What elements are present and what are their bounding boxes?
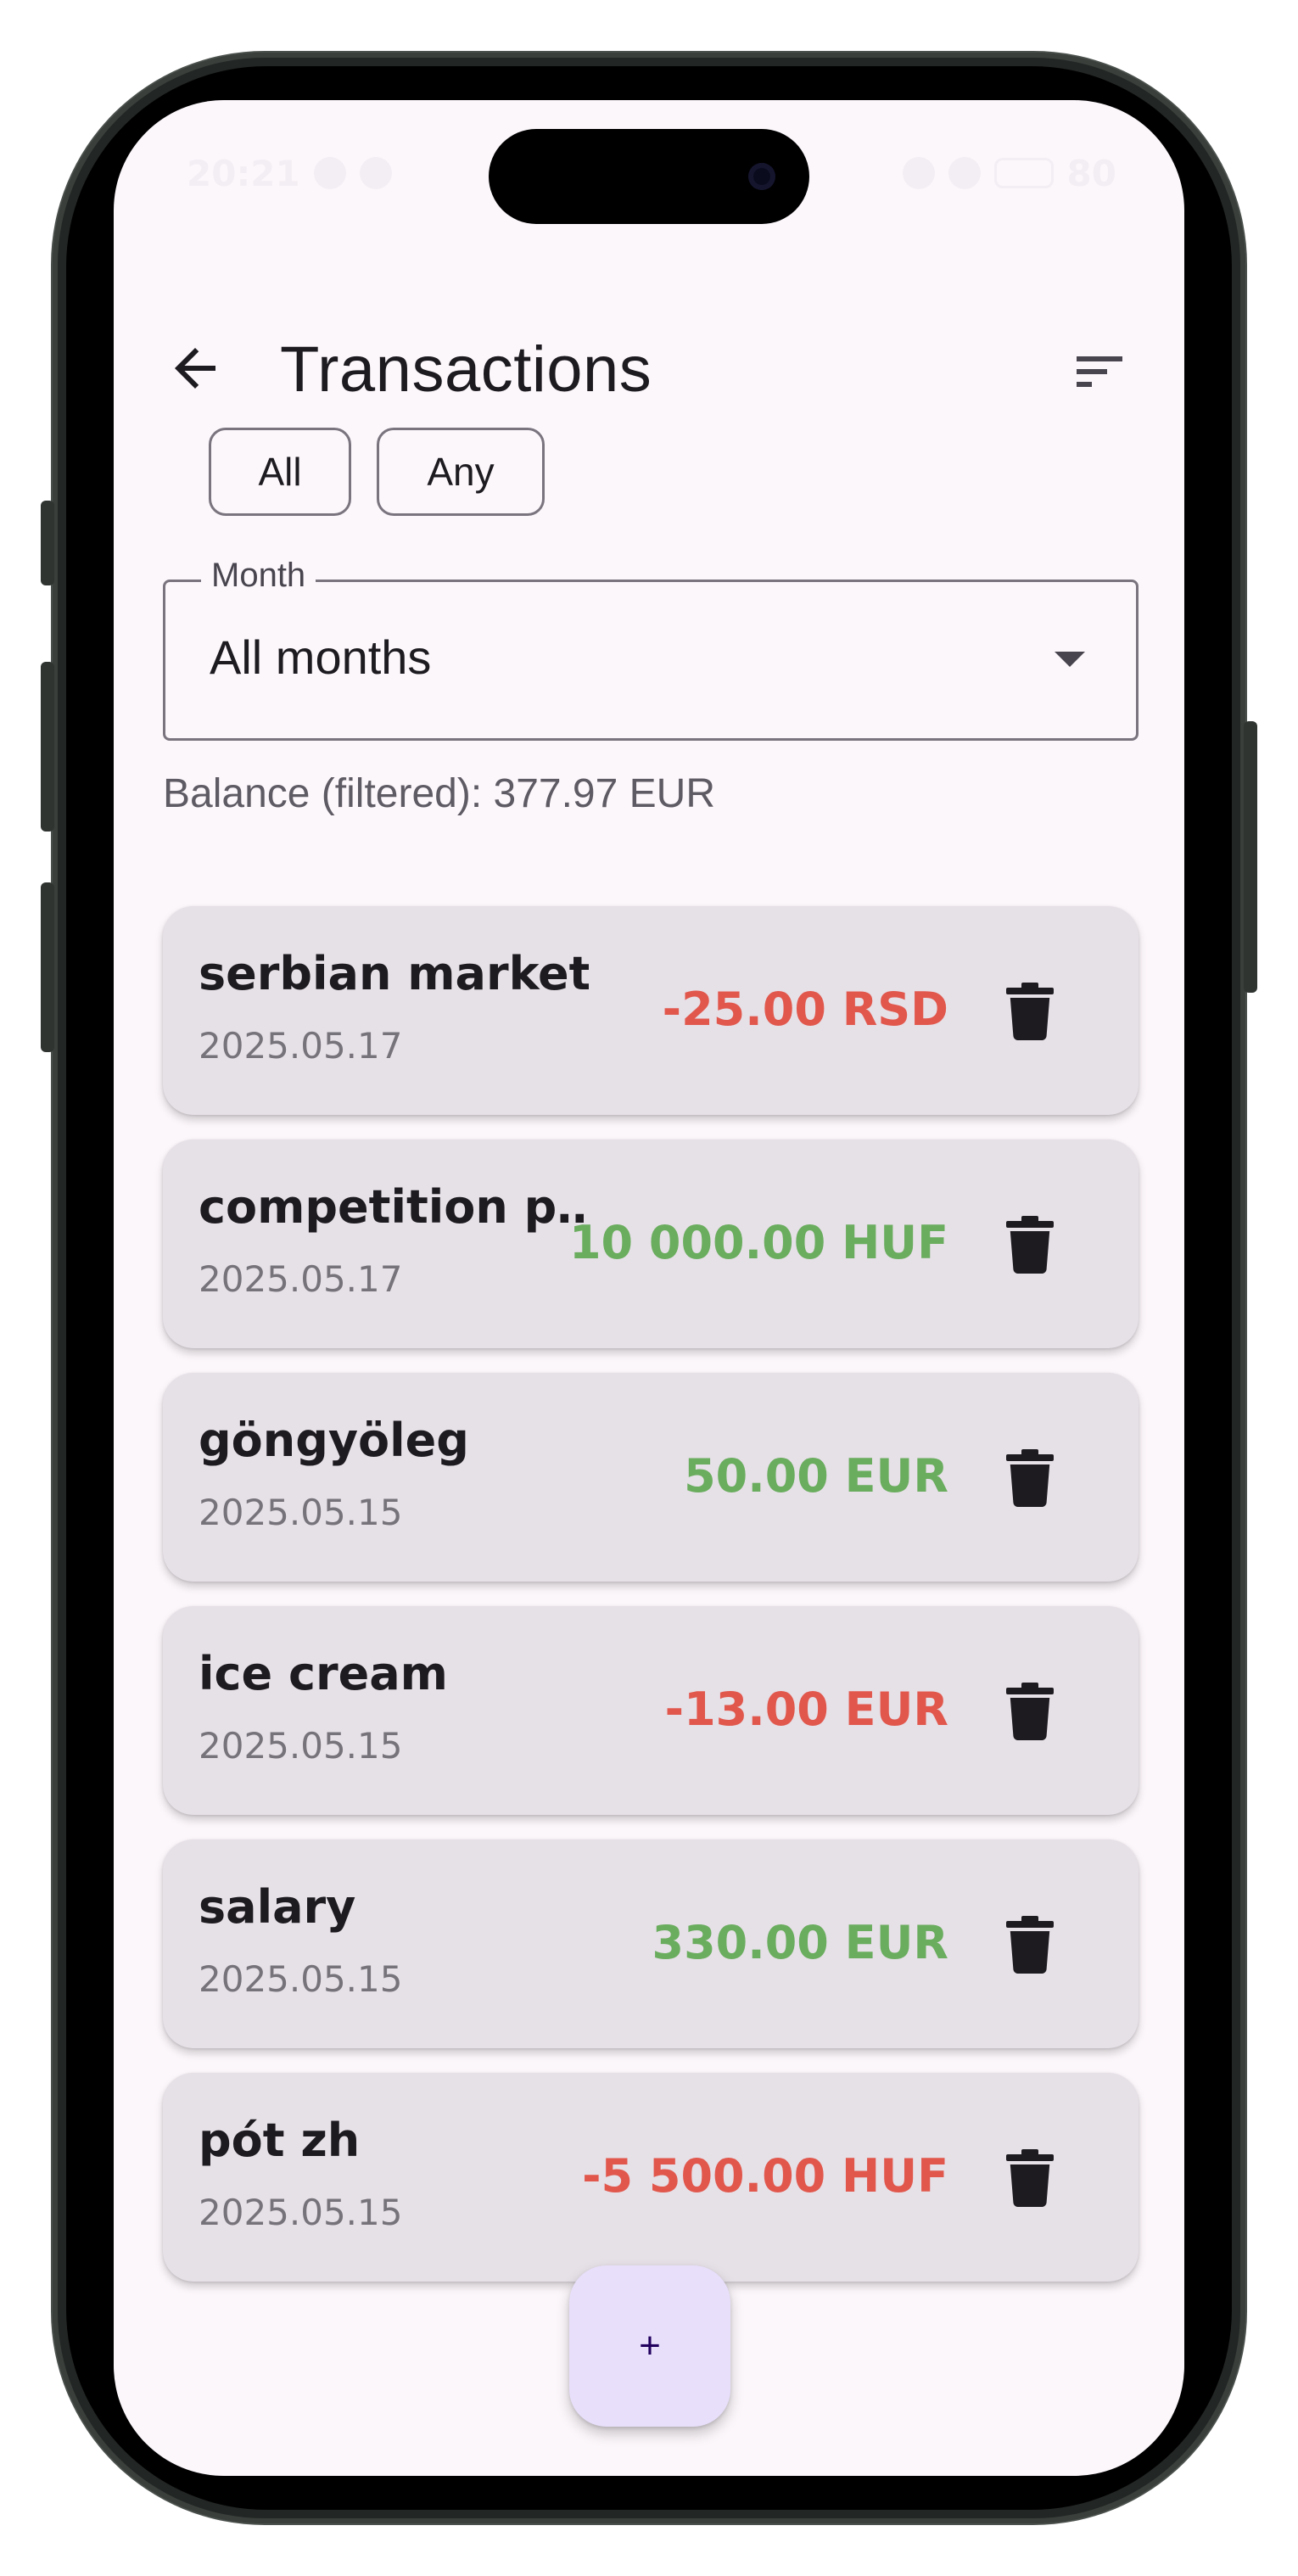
notification-icon [313,157,346,189]
transaction-card[interactable]: salary 2025.05.15 330.00 EUR [163,1840,1139,2048]
back-button[interactable] [165,338,226,399]
trash-icon [1006,1916,1054,1974]
battery-icon [993,158,1054,188]
transaction-date: 2025.05.17 [199,1025,403,1067]
transaction-card[interactable]: ice cream 2025.05.15 -13.00 EUR [163,1606,1139,1815]
month-dropdown-value: All months [210,630,432,684]
sort-icon [1077,356,1122,387]
battery-level: 80 [1066,152,1116,194]
transaction-name: pót zh [199,2114,361,2167]
phone-side-button [41,882,54,1052]
status-bar-right: 80 [902,148,1116,199]
wifi-icon [902,157,935,189]
transaction-date: 2025.05.15 [199,1725,403,1767]
transaction-amount: -13.00 EUR [664,1683,948,1736]
transaction-date: 2025.05.17 [199,1258,403,1300]
transaction-amount: -25.00 RSD [662,983,948,1036]
add-transaction-button[interactable]: + [569,2265,730,2427]
status-time: 20:21 [187,152,300,194]
arrow-back-icon [175,348,215,389]
transaction-amount: -5 500.00 HUF [582,2149,948,2203]
app-screen: 20:21 80 Transactions All Any Month All [114,100,1184,2476]
messenger-icon [359,157,392,189]
transaction-card[interactable]: göngyöleg 2025.05.15 50.00 EUR [163,1373,1139,1582]
delete-button[interactable] [1006,1449,1054,1507]
trash-icon [1006,1449,1054,1507]
transaction-name: göngyöleg [199,1414,469,1467]
status-bar-left: 20:21 [187,148,392,199]
transaction-card[interactable]: pót zh 2025.05.15 -5 500.00 HUF [163,2073,1139,2282]
plus-icon: + [639,2325,661,2366]
delete-button[interactable] [1006,983,1054,1040]
trash-icon [1006,1683,1054,1740]
month-dropdown[interactable]: Month All months [163,557,1139,741]
app-bar: Transactions [114,321,1184,416]
trash-icon [1006,983,1054,1040]
transaction-name: competition p… [199,1180,589,1234]
transaction-name: ice cream [199,1647,448,1700]
front-camera [748,163,775,190]
transaction-card[interactable]: serbian market 2025.05.17 -25.00 RSD [163,906,1139,1115]
transaction-date: 2025.05.15 [199,1492,403,1533]
filter-chip-all-label: All [258,450,302,494]
transaction-date: 2025.05.15 [199,1958,403,2000]
filtered-balance: Balance (filtered): 377.97 EUR [163,771,715,816]
month-dropdown-label: Month [201,557,316,595]
delete-button[interactable] [1006,1916,1054,1974]
delete-button[interactable] [1006,1216,1054,1274]
phone-side-button [41,662,54,832]
filter-chip-any-label: Any [427,450,495,494]
phone-side-button [41,501,54,585]
transaction-card[interactable]: competition p… 2025.05.17 10 000.00 HUF [163,1140,1139,1348]
delete-button[interactable] [1006,2149,1054,2207]
phone-side-button [1244,721,1257,993]
filter-chip-any[interactable]: Any [377,428,545,516]
signal-icon [948,157,981,189]
dropdown-arrow-icon [1055,652,1085,667]
dynamic-island [489,129,809,224]
trash-icon [1006,1216,1054,1274]
transaction-amount: 10 000.00 HUF [568,1216,948,1269]
transaction-amount: 50.00 EUR [684,1449,948,1503]
page-title: Transactions [280,333,652,406]
transaction-name: serbian market [199,947,589,1000]
trash-icon [1006,2149,1054,2207]
transaction-amount: 330.00 EUR [652,1916,949,1969]
filter-chip-all[interactable]: All [209,428,351,516]
delete-button[interactable] [1006,1683,1054,1740]
sort-button[interactable] [1069,341,1130,402]
transaction-name: salary [199,1880,356,1934]
transaction-date: 2025.05.15 [199,2192,403,2233]
